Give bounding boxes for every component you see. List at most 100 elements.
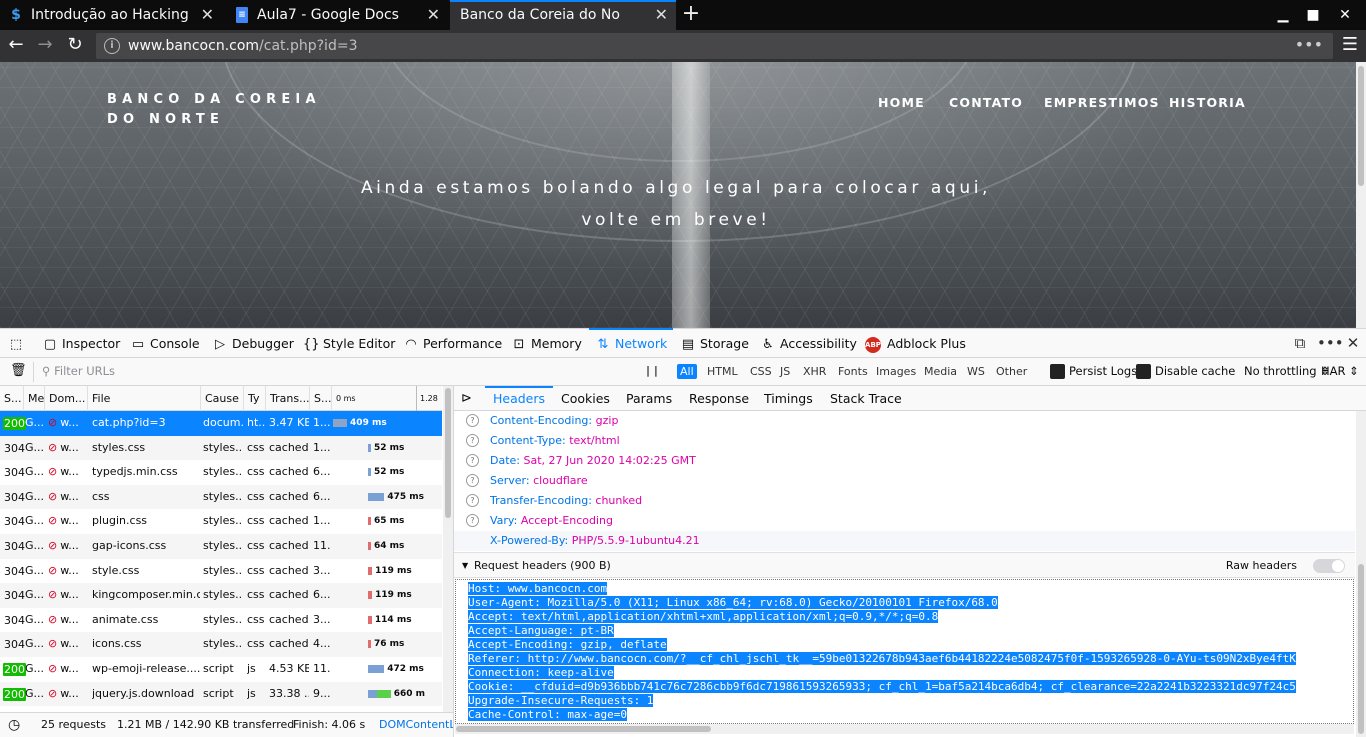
waterfall-header[interactable]: 0 ms 1.28 s <box>332 386 442 428</box>
raw-request-headers[interactable]: Host: www.bancocn.com User-Agent: Mozilla… <box>455 579 1354 724</box>
new-tab-icon[interactable]: + <box>680 0 702 30</box>
pause-icon[interactable]: | | <box>646 364 658 377</box>
tab-headers[interactable]: Headers <box>484 386 554 411</box>
column-transferred[interactable]: Trans... <box>266 386 310 411</box>
help-icon[interactable]: ? <box>466 474 479 487</box>
table-row-selected[interactable]: 200⊘w...G...cat.php?id=3docum...ht...3.4… <box>0 411 442 436</box>
menu-historia[interactable]: HISTORIA <box>1169 95 1246 110</box>
menu-emprestimos[interactable]: EMPRESTIMOS <box>1044 95 1160 110</box>
collapse-triangle-icon[interactable]: ▼ <box>462 553 468 578</box>
performance-clock-icon[interactable]: ◷ <box>8 713 20 737</box>
reload-icon[interactable]: ↻ <box>63 34 87 58</box>
trash-icon[interactable]: 🗑 <box>10 363 27 378</box>
forward-arrow-icon[interactable]: → <box>33 34 57 58</box>
tab-params[interactable]: Params <box>626 386 672 411</box>
response-header-row[interactable]: ? Content-Encoding: gzip <box>454 411 1355 431</box>
table-row[interactable]: 304⊘w...G...kingcomposer.min.c...styles.… <box>0 583 442 608</box>
filter-other[interactable]: Other <box>993 364 1030 379</box>
response-header-row[interactable]: X-Powered-By: PHP/5.5.9-1ubuntu4.21 <box>454 531 1355 551</box>
column-status[interactable]: S... <box>0 386 24 411</box>
browser-tab[interactable]: $ Introdução ao Hacking e P ✕ <box>0 0 222 30</box>
url-text[interactable]: www.bancocn.com/cat.php?id=3 <box>128 33 357 59</box>
tab-network[interactable]: ⇅ Network <box>588 328 674 358</box>
tab-adblock-plus[interactable]: ABP Adblock Plus <box>865 329 966 358</box>
filter-xhr[interactable]: XHR <box>800 364 829 379</box>
tab-timings[interactable]: Timings <box>764 386 813 411</box>
tab-debugger[interactable]: ▷ Debugger <box>212 329 294 358</box>
column-domain[interactable]: Dom... <box>45 386 88 411</box>
tab-accessibility[interactable]: ♿ Accessibility <box>760 329 857 358</box>
table-row[interactable]: 304 ⊘ w... G... css styles... css cached 6... 475… <box>0 484 442 510</box>
help-icon[interactable]: ? <box>466 514 479 527</box>
close-icon[interactable]: ✕ <box>655 0 668 30</box>
column-cause[interactable]: Cause <box>201 386 244 411</box>
tab-response[interactable]: Response <box>689 386 749 411</box>
info-icon[interactable]: i <box>104 38 120 54</box>
column-file[interactable]: File <box>88 386 201 411</box>
help-icon[interactable]: ? <box>466 494 479 507</box>
raw-headers-toggle[interactable] <box>1313 559 1345 573</box>
more-options-icon[interactable]: ••• <box>1317 329 1344 358</box>
table-row[interactable]: 200 ⊘ w... G... jquery.js.download script js 33… <box>0 681 442 707</box>
tab-performance[interactable]: ◠ Performance <box>403 329 502 358</box>
tab-inspector[interactable]: ▢ Inspector <box>42 329 120 358</box>
tab-style-editor[interactable]: {} Style Editor <box>303 329 395 358</box>
filter-images[interactable]: Images <box>873 364 919 379</box>
response-header-row[interactable]: ? Server: cloudflare <box>454 471 1355 491</box>
filter-urls-input[interactable]: ⚲ Filter URLs <box>42 358 115 385</box>
table-row[interactable]: 304 ⊘ w... G... typedjs.min.css styles... css c… <box>0 460 442 485</box>
tab-storage[interactable]: ▤ Storage <box>680 329 749 358</box>
table-row[interactable]: 304 ⊘ w... G... styles.css styles... css cached… <box>0 435 442 461</box>
table-row[interactable]: 304 ⊘ w... G... icons.css styles... css cached 4… <box>0 632 442 657</box>
dock-icon[interactable]: ⧉ <box>1290 329 1310 358</box>
response-header-row[interactable]: ? Transfer-Encoding: chunked <box>454 491 1355 511</box>
response-header-row[interactable]: ? Date: Sat, 27 Jun 2020 14:02:25 GMT <box>454 451 1355 471</box>
browser-tab[interactable]: ≡ Aula7 - Google Docs ✕ <box>226 0 448 30</box>
element-picker-icon[interactable]: ⬚ <box>8 329 28 358</box>
close-icon[interactable]: ✕ <box>427 0 440 30</box>
filter-all[interactable]: All <box>677 364 697 379</box>
close-devtools-icon[interactable]: ✕ <box>1343 329 1363 358</box>
tab-cookies[interactable]: Cookies <box>561 386 610 411</box>
filter-js[interactable]: JS <box>777 364 793 379</box>
request-list-scrollbar-thumb[interactable] <box>445 388 451 518</box>
filter-fonts[interactable]: Fonts <box>835 364 871 379</box>
filter-css[interactable]: CSS <box>747 364 775 379</box>
table-row[interactable]: 304 ⊘ w... G... style.css styles... css cached 3… <box>0 559 442 584</box>
table-row[interactable]: 304 ⊘ w... G... animate.css styles... css cache… <box>0 608 442 633</box>
column-method[interactable]: Me <box>24 386 45 411</box>
menu-home[interactable]: HOME <box>878 95 925 110</box>
page-actions-icon[interactable]: ••• <box>1295 33 1323 57</box>
table-row[interactable]: 304 ⊘ w... G... plugin.css styles... css cached… <box>0 509 442 534</box>
filter-html[interactable]: HTML <box>704 364 741 379</box>
filter-media[interactable]: Media <box>921 364 960 379</box>
table-row[interactable]: 304 ⊘ w... G... gap-icons.css styles... css cac… <box>0 534 442 559</box>
maximize-icon[interactable]: ■ <box>1298 0 1328 30</box>
hamburger-menu-icon[interactable]: ☰ <box>1340 34 1360 58</box>
column-type[interactable]: Ty <box>244 386 266 411</box>
throttling-select[interactable]: No throttling ⇕ <box>1244 358 1330 385</box>
site-logo[interactable]: BANCO DA COREIA DO NORTE <box>107 90 347 130</box>
tab-memory[interactable]: ⊡ Memory <box>511 329 582 358</box>
help-icon[interactable]: ? <box>466 454 479 467</box>
url-bar[interactable]: i www.bancocn.com/cat.php?id=3 ••• <box>96 33 1333 59</box>
close-icon[interactable]: ✕ <box>201 0 214 30</box>
details-scrollbar-thumb[interactable] <box>1358 564 1364 734</box>
toggle-sidebar-icon[interactable]: ⊳ <box>461 386 472 411</box>
menu-contato[interactable]: CONTATO <box>949 95 1023 110</box>
response-header-row[interactable]: ? Vary: Accept-Encoding <box>454 511 1355 531</box>
help-icon[interactable]: ? <box>466 414 479 427</box>
window-close-icon[interactable]: ✕ <box>1330 0 1360 30</box>
raw-headers-hscrollbar-thumb[interactable] <box>456 726 711 732</box>
response-header-row[interactable]: ? Content-Type: text/html <box>454 431 1355 451</box>
column-size[interactable]: S... <box>310 386 332 411</box>
help-icon[interactable]: ? <box>466 434 479 447</box>
har-menu[interactable]: HAR ⇕ <box>1321 358 1359 385</box>
minimize-icon[interactable]: ▁ <box>1268 0 1298 30</box>
request-headers-section[interactable]: ▼ Request headers (900 B) Raw headers <box>454 552 1355 578</box>
tab-console[interactable]: ▭ Console <box>130 329 200 358</box>
disable-cache-checkbox[interactable] <box>1136 364 1151 379</box>
browser-tab-active[interactable]: Banco da Coreia do Norte ✕ <box>450 0 676 30</box>
page-scrollbar-thumb[interactable] <box>1358 66 1364 186</box>
tab-stack-trace[interactable]: Stack Trace <box>830 386 902 411</box>
